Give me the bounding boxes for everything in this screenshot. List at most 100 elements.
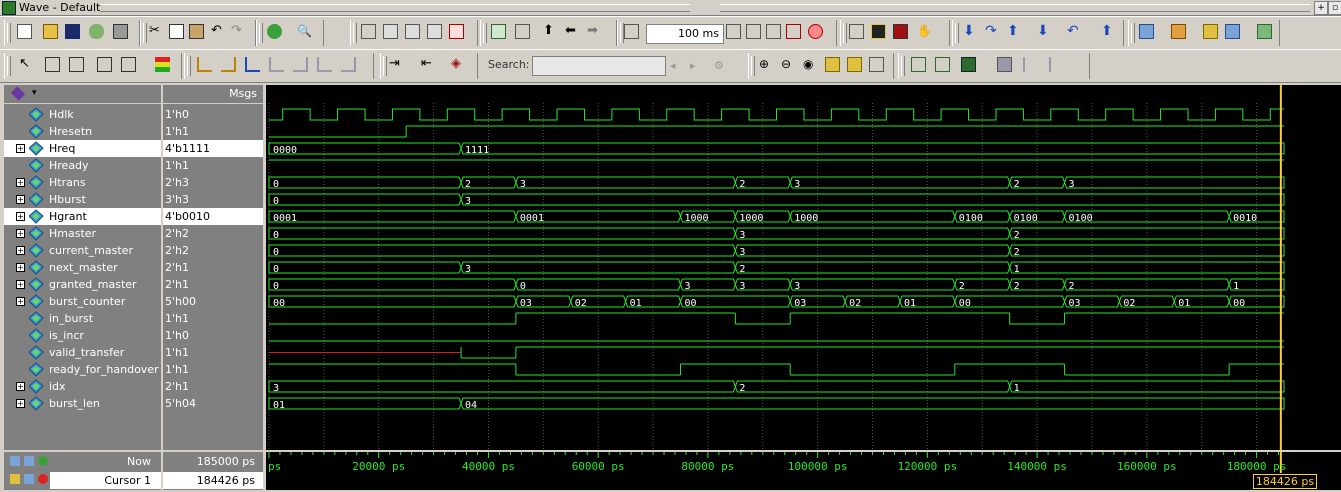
memory-profile-icon[interactable] <box>893 24 908 39</box>
signal-value-row[interactable]: 4'b1111 <box>163 140 263 157</box>
signal-row[interactable]: + idx <box>4 378 161 395</box>
expand-icon[interactable]: + <box>16 399 25 408</box>
time-ruler-canvas[interactable]: ps 20000 ps 40000 ps 60000 ps 80000 ps 100000… <box>266 452 1341 473</box>
waveform-pane[interactable]: 0000 1111 0 2 3 2 3 2 3 0 3 0001 0001 1000 1000 1000 010… <box>266 85 1341 450</box>
cursor-lock-toggle-icon[interactable] <box>10 474 20 484</box>
next-rising-icon[interactable] <box>341 57 356 72</box>
continue-icon[interactable] <box>746 24 761 39</box>
delta-icon[interactable]: ◈ <box>451 57 466 72</box>
layout-4-icon[interactable] <box>1225 24 1240 39</box>
stop-icon[interactable] <box>808 24 823 39</box>
signal-value-row[interactable]: 1'h1 <box>163 123 263 140</box>
forward-arrow-icon[interactable]: ➡ <box>587 24 602 39</box>
zoom-out-icon[interactable]: ⊖ <box>781 57 796 72</box>
signal-value-row[interactable]: 2'h2 <box>163 225 263 242</box>
cursor-track[interactable]: 184426 ps <box>266 473 1341 490</box>
coverage-icon[interactable] <box>849 24 864 39</box>
paste-icon[interactable] <box>189 24 204 39</box>
save-icon[interactable] <box>65 24 80 39</box>
search-next-icon[interactable]: ▸ <box>690 59 705 74</box>
add-icon[interactable] <box>267 24 282 39</box>
print-icon[interactable] <box>113 24 128 39</box>
zoom-full-icon[interactable]: ◉ <box>803 57 818 72</box>
signal-row[interactable]: + next_master <box>4 259 161 276</box>
memory-icon[interactable] <box>427 24 442 39</box>
expand-icon[interactable]: + <box>16 195 25 204</box>
delete-cursor-icon[interactable] <box>38 474 48 484</box>
signal-value-row[interactable]: 1'h1 <box>163 344 263 361</box>
select-mode-icon[interactable]: ↖ <box>19 57 34 72</box>
new-file-icon[interactable] <box>17 24 32 39</box>
signal-row[interactable]: + Hgrant <box>4 208 161 225</box>
signal-value-row[interactable]: 5'h04 <box>163 395 263 412</box>
run-icon[interactable] <box>726 24 741 39</box>
signal-value-row[interactable]: 2'h1 <box>163 259 263 276</box>
expand-icon[interactable]: + <box>16 297 25 306</box>
signal-value-row[interactable]: 1'h1 <box>163 157 263 174</box>
cursor-name-cell[interactable]: Cursor 1 <box>50 472 161 489</box>
waveform-canvas[interactable]: 0000 11110 2 3 2 3 2 30 30001 0001 1000 1000 1000 010… <box>266 85 1341 450</box>
layout-3-icon[interactable] <box>1203 24 1218 39</box>
time-ruler[interactable]: ps 20000 ps 40000 ps 60000 ps 80000 ps 100000… <box>266 452 1341 473</box>
trace-icon[interactable] <box>361 24 376 39</box>
next-falling-icon[interactable] <box>293 57 308 72</box>
signal-row[interactable]: in_burst <box>4 310 161 327</box>
reverse-out-icon[interactable]: ⬆ <box>1101 24 1116 39</box>
signal-value-row[interactable]: 2'h1 <box>163 276 263 293</box>
up-arrow-icon[interactable]: ⬆ <box>543 24 558 39</box>
title-grip-right[interactable] <box>720 4 1310 12</box>
undock-icon[interactable]: + <box>1314 1 1328 15</box>
open-folder-icon[interactable] <box>43 24 58 39</box>
signal-value-row[interactable]: 2'h3 <box>163 174 263 191</box>
signal-row[interactable]: + burst_len <box>4 395 161 412</box>
break-icon[interactable] <box>449 24 464 39</box>
signal-value-row[interactable]: 2'h2 <box>163 242 263 259</box>
title-grip[interactable] <box>100 4 690 12</box>
restore-icon[interactable]: ▫ <box>1328 1 1341 15</box>
signal-value-row[interactable]: 1'h1 <box>163 361 263 378</box>
expand-time-icon[interactable]: ⇥ <box>389 57 404 72</box>
cursor-time-tag[interactable]: 184426 ps <box>1252 474 1318 489</box>
signal-row[interactable]: is_incr <box>4 327 161 344</box>
signal-filter-icon[interactable] <box>155 57 170 72</box>
collapse-time-icon[interactable]: ⇤ <box>421 57 436 72</box>
prev-edge-icon[interactable] <box>197 57 212 72</box>
schematic-icon[interactable] <box>405 24 420 39</box>
prev-transition-icon[interactable] <box>245 57 260 72</box>
break-run-icon[interactable] <box>786 24 801 39</box>
signal-row[interactable]: + Hmaster <box>4 225 161 242</box>
window-layout-icon[interactable] <box>1139 24 1154 39</box>
layout-icon[interactable] <box>491 24 506 39</box>
expand-icon[interactable]: + <box>16 246 25 255</box>
signal-value-row[interactable]: 1'h1 <box>163 310 263 327</box>
search-input[interactable] <box>532 56 666 76</box>
step-over-icon[interactable]: ↷ <box>985 24 1000 39</box>
prev-rising-icon[interactable] <box>317 57 332 72</box>
signal-row[interactable]: + Htrans <box>4 174 161 191</box>
signal-value-row[interactable]: 3'h3 <box>163 191 263 208</box>
prev-falling-icon[interactable] <box>269 57 284 72</box>
expand-icon[interactable]: + <box>16 382 25 391</box>
add-cursor-icon[interactable] <box>38 456 48 466</box>
signal-row[interactable]: Hresetn <box>4 123 161 140</box>
zoom-cursor-icon[interactable] <box>825 57 840 72</box>
expand-icon[interactable]: + <box>16 178 25 187</box>
expand-icon[interactable]: + <box>16 229 25 238</box>
cut-icon[interactable]: ✂ <box>149 24 164 39</box>
format-event-icon[interactable] <box>961 57 976 72</box>
format-literal-icon[interactable] <box>911 57 926 72</box>
signal-row[interactable]: + burst_counter <box>4 293 161 310</box>
signal-value-row[interactable]: 1'h0 <box>163 106 263 123</box>
step-into-icon[interactable]: ⬇ <box>963 24 978 39</box>
wave-toolbox-icon[interactable] <box>10 86 26 101</box>
step-back-icon[interactable]: ⬇ <box>1037 24 1052 39</box>
signal-value-row[interactable]: 1'h0 <box>163 327 263 344</box>
find-icon[interactable]: 🔍 <box>297 24 312 39</box>
zoom-mode-icon[interactable] <box>45 57 60 72</box>
performance-icon[interactable] <box>871 24 886 39</box>
zoom-last-icon[interactable] <box>869 57 884 72</box>
step-out-icon[interactable]: ⬆ <box>1007 24 1022 39</box>
signal-value-row[interactable]: 2'h1 <box>163 378 263 395</box>
signal-value-row[interactable]: 4'b0010 <box>163 208 263 225</box>
expand-icon[interactable]: + <box>16 144 25 153</box>
